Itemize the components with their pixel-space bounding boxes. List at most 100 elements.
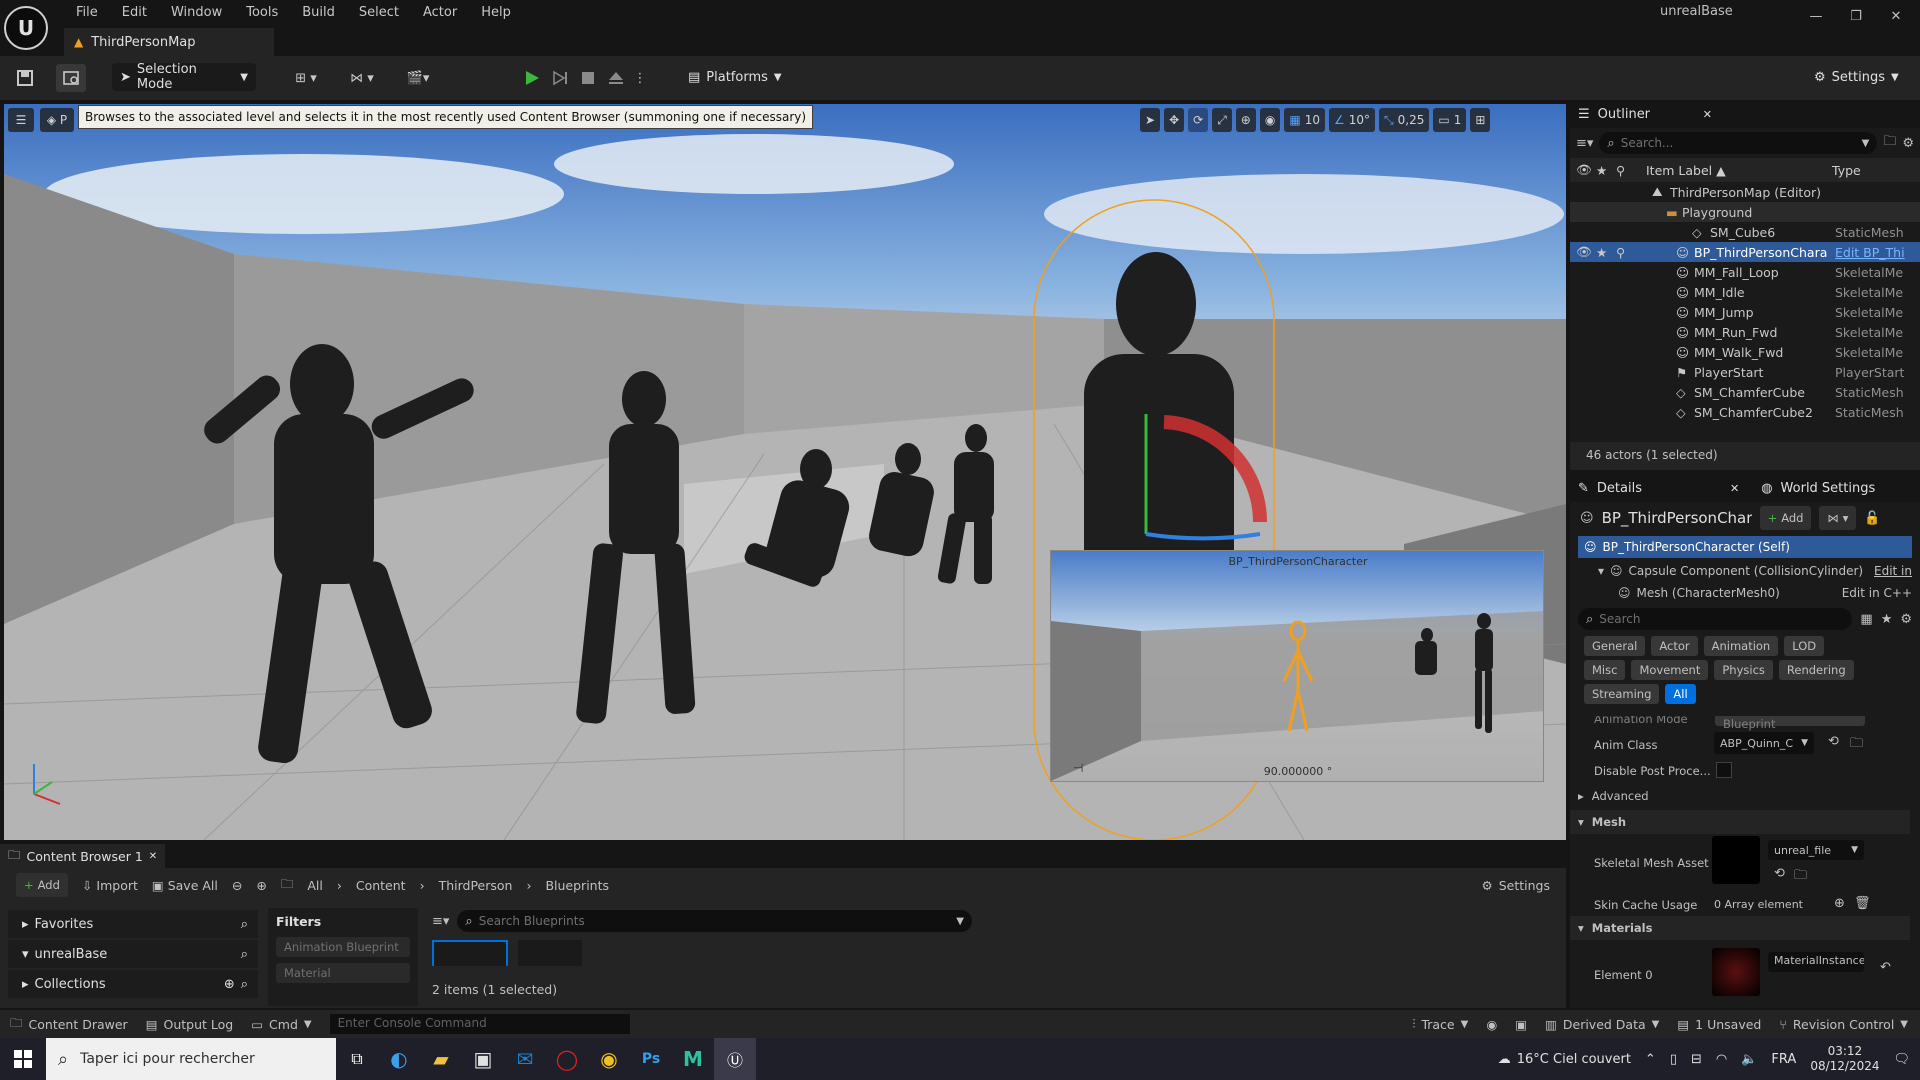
tree-row[interactable]: ⛰ ThirdPersonMap (Editor) bbox=[1570, 182, 1920, 202]
tree-row[interactable]: ☺ MM_Fall_Loop SkeletalMe bbox=[1570, 262, 1920, 282]
disable-post-process-checkbox[interactable] bbox=[1716, 762, 1732, 778]
star-icon[interactable]: ★ bbox=[1596, 245, 1607, 260]
materials-section[interactable]: ▾ Materials bbox=[1570, 916, 1910, 940]
component-row-selected[interactable]: ☺ BP_ThirdPersonCharacter (Self) bbox=[1578, 536, 1912, 558]
blueprint-icon[interactable]: ⋈ ▾ bbox=[342, 66, 382, 90]
pin-icon[interactable]: ⚲ bbox=[1616, 163, 1625, 178]
blueprint-options-icon[interactable]: ⋈ ▾ bbox=[1819, 506, 1857, 530]
wifi-icon[interactable]: ◠ bbox=[1716, 1052, 1727, 1067]
file-explorer-icon[interactable]: ▰ bbox=[420, 1038, 462, 1080]
gear-icon[interactable]: ⚙ bbox=[1902, 136, 1914, 151]
menu-edit[interactable]: Edit bbox=[110, 5, 159, 20]
eye-icon[interactable]: 👁 bbox=[1576, 244, 1592, 260]
gear-icon[interactable]: ⚙ bbox=[1900, 612, 1912, 627]
filter-animation[interactable]: Animation bbox=[1703, 636, 1779, 656]
skeletal-mesh-thumbnail[interactable] bbox=[1712, 836, 1760, 884]
unsaved-button[interactable]: ▤ 1 Unsaved bbox=[1677, 1017, 1761, 1032]
filter-movement[interactable]: Movement bbox=[1631, 660, 1709, 680]
revision-control-dropdown[interactable]: ⑂ Revision Control ▼ bbox=[1779, 1017, 1908, 1032]
chrome-icon[interactable]: ◉ bbox=[588, 1038, 630, 1080]
stop-icon[interactable] bbox=[576, 66, 600, 90]
menu-file[interactable]: File bbox=[64, 5, 110, 20]
browse-level-icon[interactable] bbox=[56, 64, 86, 92]
table-view-icon[interactable]: ▦ bbox=[1860, 612, 1872, 627]
filter-streaming[interactable]: Streaming bbox=[1584, 684, 1660, 704]
filter-rendering[interactable]: Rendering bbox=[1778, 660, 1854, 680]
tab-details[interactable]: Details bbox=[1597, 481, 1642, 496]
column-item-label[interactable]: Item Label ▲ bbox=[1646, 163, 1726, 178]
content-drawer-button[interactable]: 🗀 Content Drawer bbox=[10, 1014, 128, 1035]
close-icon[interactable]: ✕ bbox=[1703, 108, 1712, 121]
filter-physics[interactable]: Physics bbox=[1714, 660, 1773, 680]
menu-window[interactable]: Window bbox=[159, 5, 234, 20]
filter-animation-blueprint[interactable]: Animation Blueprint bbox=[276, 937, 410, 957]
save-all-button[interactable]: ▣ Save All bbox=[152, 878, 218, 893]
save-icon[interactable] bbox=[13, 66, 37, 90]
select-tool-icon[interactable]: ➤ bbox=[1140, 108, 1161, 132]
advanced-section[interactable]: ▸ Advanced bbox=[1570, 784, 1910, 808]
add-collection-icon[interactable]: ⊕ bbox=[224, 977, 235, 992]
close-icon[interactable]: ✕ bbox=[1730, 482, 1739, 495]
animation-mode-dropdown[interactable]: Use Animation Blueprint bbox=[1715, 716, 1865, 731]
add-button[interactable]: + Add bbox=[16, 873, 68, 897]
trace-dropdown[interactable]: ⫶ Trace ▼ bbox=[1412, 1016, 1468, 1032]
move-tool-icon[interactable]: ✥ bbox=[1164, 108, 1185, 132]
filter-all[interactable]: All bbox=[1665, 684, 1696, 704]
filter-general[interactable]: General bbox=[1584, 636, 1646, 656]
tree-row[interactable]: ◇ SM_ChamferCube StaticMesh bbox=[1570, 382, 1920, 402]
filter-icon[interactable]: ≡▾ bbox=[1576, 136, 1593, 151]
browse-icon[interactable]: 🗀 bbox=[1794, 866, 1807, 888]
tree-row[interactable]: ◇ SM_Cube6 StaticMesh bbox=[1570, 222, 1920, 242]
breadcrumb-content[interactable]: Content bbox=[356, 878, 406, 893]
unreal-logo-icon[interactable]: U bbox=[4, 6, 48, 50]
add-folder-icon[interactable]: 🗀 bbox=[1883, 132, 1896, 154]
filter-icon[interactable]: ≡▾ bbox=[432, 914, 449, 929]
collections-section[interactable]: ▸ Collections ⊕ ⌕ bbox=[8, 970, 258, 998]
edit-in-link[interactable]: Edit in bbox=[1874, 564, 1912, 578]
settings-dropdown[interactable]: ⚙ Settings ▼ bbox=[1806, 63, 1907, 91]
screenshot-icon[interactable]: ▣ bbox=[1515, 1017, 1527, 1032]
details-search[interactable]: ⌕ Search bbox=[1578, 608, 1853, 630]
menu-tools[interactable]: Tools bbox=[234, 5, 290, 20]
menu-actor[interactable]: Actor bbox=[411, 5, 469, 20]
tree-row[interactable]: ◇ SM_ChamferCube2 StaticMesh bbox=[1570, 402, 1920, 422]
tree-row[interactable]: ☺ MM_Jump SkeletalMe bbox=[1570, 302, 1920, 322]
project-section[interactable]: ▾ unrealBase ⌕ bbox=[8, 940, 258, 968]
weather-widget[interactable]: ☁ 16°C Ciel couvert bbox=[1498, 1052, 1631, 1067]
scale-snap-button[interactable]: ⤡ 0,25 bbox=[1379, 108, 1430, 132]
clock[interactable]: 03:12 08/12/2024 bbox=[1810, 1044, 1879, 1074]
tree-row[interactable]: ☺ MM_Walk_Fwd SkeletalMe bbox=[1570, 342, 1920, 362]
viewport-layout-icon[interactable]: ⊞ bbox=[1470, 108, 1491, 132]
edge-icon[interactable]: ◐ bbox=[378, 1038, 420, 1080]
material-dropdown[interactable]: MaterialInstanceD bbox=[1768, 952, 1864, 972]
edit-blueprint-link[interactable]: Edit BP_Thi bbox=[1835, 245, 1905, 260]
forward-icon[interactable]: ⊕ bbox=[256, 878, 266, 893]
chevron-up-icon[interactable]: ⌃ bbox=[1645, 1052, 1656, 1067]
column-type[interactable]: Type bbox=[1832, 163, 1861, 178]
scale-tool-icon[interactable]: ⤢ bbox=[1212, 108, 1232, 132]
eye-icon[interactable]: 👁 bbox=[1576, 162, 1592, 178]
component-row[interactable]: ▾ ☺ Capsule Component (CollisionCylinder) E… bbox=[1578, 560, 1912, 582]
minimize-icon[interactable]: — bbox=[1796, 0, 1836, 32]
search-icon[interactable]: ⌕ bbox=[241, 977, 248, 992]
task-view-icon[interactable]: ⧉ bbox=[336, 1038, 378, 1080]
output-log-button[interactable]: ▤ Output Log bbox=[146, 1017, 234, 1032]
derived-data-dropdown[interactable]: ▥ Derived Data ▼ bbox=[1545, 1017, 1659, 1032]
cmd-dropdown[interactable]: ▭ Cmd ▼ bbox=[251, 1017, 311, 1032]
add-element-icon[interactable]: ⊕ bbox=[1834, 896, 1845, 911]
mesh-section[interactable]: ▾ Mesh bbox=[1570, 810, 1910, 834]
tree-row[interactable]: ▬ Playground bbox=[1570, 202, 1920, 222]
console-input[interactable]: Enter Console Command bbox=[329, 1014, 630, 1034]
filter-lod[interactable]: LOD bbox=[1784, 636, 1825, 656]
tab-map[interactable]: ▲ ThirdPersonMap bbox=[64, 28, 274, 56]
tree-row[interactable]: ☺ MM_Run_Fwd SkeletalMe bbox=[1570, 322, 1920, 342]
asset-thumbnail[interactable] bbox=[518, 940, 582, 966]
outliner-search[interactable]: ⌕ Search... ▼ bbox=[1599, 132, 1878, 154]
actor-name-field[interactable]: BP_ThirdPersonChara bbox=[1602, 509, 1752, 527]
material-thumbnail[interactable] bbox=[1712, 948, 1760, 996]
more-options-icon[interactable]: ⋮ bbox=[634, 66, 647, 90]
breadcrumb-all[interactable]: All bbox=[307, 878, 323, 893]
back-icon[interactable]: ⊖ bbox=[232, 878, 242, 893]
reset-icon[interactable]: ⟲ bbox=[1774, 866, 1785, 881]
reset-icon[interactable]: ↶ bbox=[1880, 960, 1891, 975]
